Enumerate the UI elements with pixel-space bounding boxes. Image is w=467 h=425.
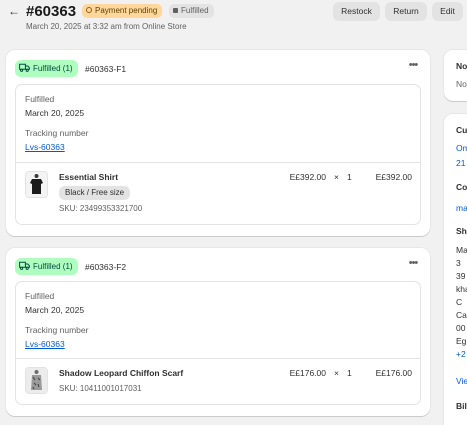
- tracking-number-link[interactable]: Lvs-60363: [25, 339, 65, 349]
- customer-orders-link[interactable]: 21: [456, 158, 465, 168]
- customer-card: Cu Om 21 Co ma Sh Ma 3 39 kha C Ca 00 Eg…: [444, 114, 467, 425]
- address-line: Eg: [456, 336, 467, 346]
- payment-status-badge: Payment pending: [82, 4, 163, 18]
- fulfilled-count-label: Fulfilled (1): [33, 64, 73, 73]
- payment-status-label: Payment pending: [95, 6, 158, 15]
- times-sign: ×: [334, 172, 339, 182]
- address-line: kha: [456, 284, 467, 294]
- view-map-link[interactable]: Vie: [456, 376, 467, 386]
- product-sku: SKU: 23499353321700: [59, 204, 143, 213]
- fulfillment-id: #60363-F2: [85, 262, 127, 272]
- truck-icon: [19, 64, 30, 73]
- fulfillment-status-badge: Fulfilled: [169, 4, 214, 18]
- product-thumbnail[interactable]: [25, 171, 48, 198]
- product-thumbnail[interactable]: [25, 367, 48, 394]
- product-sku: SKU: 10411001017031: [59, 384, 142, 393]
- more-actions-icon[interactable]: •••: [406, 258, 420, 270]
- billing-address-title: Bill: [456, 401, 467, 411]
- notes-text: No: [456, 79, 467, 89]
- product-name[interactable]: Shadow Leopard Chiffon Scarf: [59, 368, 183, 378]
- quantity: 1: [347, 172, 352, 182]
- contact-title: Co: [456, 182, 467, 192]
- restock-button[interactable]: Restock: [333, 2, 380, 21]
- fulfillment-card: Fulfilled (1) #60363-F2 ••• Fulfilled Ma…: [6, 248, 430, 416]
- truck-icon: [19, 262, 30, 271]
- fulfillment-status-label: Fulfilled: [25, 291, 55, 301]
- notes-title: No: [456, 61, 467, 71]
- tracking-number-label: Tracking number: [25, 325, 89, 335]
- fulfillment-id: #60363-F1: [85, 64, 127, 74]
- fulfillment-card: Fulfilled (1) #60363-F1 ••• Fulfilled Ma…: [6, 50, 430, 236]
- fulfilled-count-badge: Fulfilled (1): [15, 60, 78, 77]
- customer-email-link[interactable]: ma: [456, 203, 467, 213]
- unit-price: E£392.00: [289, 172, 326, 182]
- customer-phone-link[interactable]: +2: [456, 349, 466, 359]
- times-sign: ×: [334, 368, 339, 378]
- fulfillment-date: March 20, 2025: [25, 108, 85, 118]
- quantity: 1: [347, 368, 352, 378]
- order-number: #60363: [26, 3, 77, 20]
- fulfillment-status-label: Fulfilled: [25, 94, 55, 104]
- customer-title: Cu: [456, 125, 467, 135]
- line-total: E£176.00: [375, 368, 412, 378]
- shirt-image-icon: [26, 172, 47, 197]
- address-line: 00: [456, 323, 466, 333]
- fulfillment-date: March 20, 2025: [25, 305, 85, 315]
- shipping-address-title: Sh: [456, 226, 467, 236]
- customer-name-link[interactable]: Om: [456, 143, 467, 153]
- address-line: 3: [456, 258, 461, 268]
- unit-price: E£176.00: [289, 368, 326, 378]
- address-line: C: [456, 297, 463, 307]
- product-name[interactable]: Essential Shirt: [59, 172, 118, 182]
- tracking-number-link[interactable]: Lvs-60363: [25, 142, 65, 152]
- scarf-image-icon: [26, 368, 47, 393]
- more-actions-icon[interactable]: •••: [406, 60, 420, 72]
- fulfilled-dot-icon: [173, 7, 178, 13]
- order-header: ← #60363 Payment pending Fulfilled March…: [0, 0, 467, 38]
- address-line: Ma: [456, 245, 467, 255]
- tracking-number-label: Tracking number: [25, 128, 89, 138]
- order-subline: March 20, 2025 at 3:32 am from Online St…: [26, 22, 187, 31]
- fulfillment-details: Fulfilled March 20, 2025 Tracking number…: [15, 84, 421, 225]
- fulfillment-details: Fulfilled March 20, 2025 Tracking number…: [15, 281, 421, 405]
- pending-dot-icon: [86, 7, 92, 14]
- fulfillment-status-label: Fulfilled: [181, 6, 209, 15]
- divider: [16, 162, 420, 163]
- back-arrow-icon[interactable]: ←: [8, 4, 22, 18]
- address-line: Ca: [456, 310, 467, 320]
- notes-card: No No: [444, 50, 467, 101]
- fulfilled-count-label: Fulfilled (1): [33, 262, 73, 271]
- edit-button[interactable]: Edit: [432, 2, 463, 21]
- address-line: 39: [456, 271, 466, 281]
- divider: [16, 358, 420, 359]
- variant-badge: Black / Free size: [59, 186, 131, 200]
- return-button[interactable]: Return: [385, 2, 427, 21]
- fulfilled-count-badge: Fulfilled (1): [15, 258, 78, 275]
- line-total: E£392.00: [375, 172, 412, 182]
